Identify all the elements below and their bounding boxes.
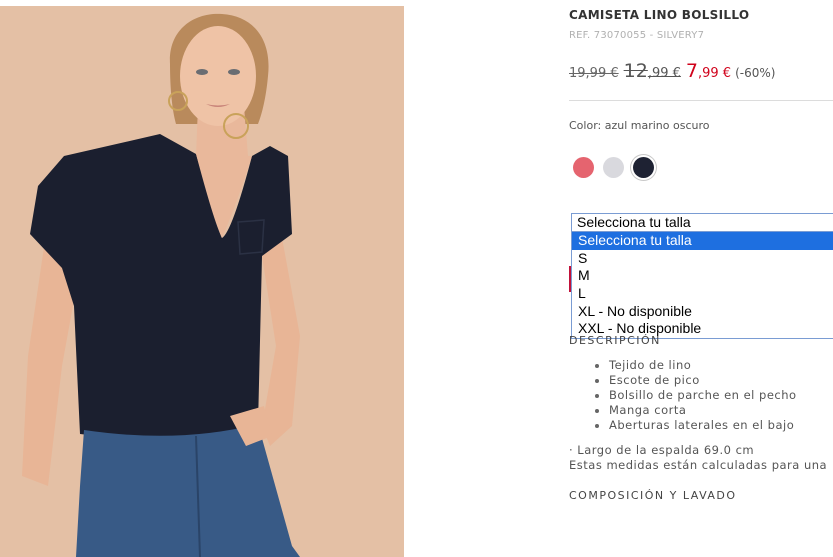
product-info: CAMISETA LINO BOLSILLO REF. 73070055 - S… bbox=[569, 0, 833, 557]
list-item: Escote de pico bbox=[595, 373, 797, 388]
list-item: Manga corta bbox=[595, 403, 797, 418]
list-item: Bolsillo de parche en el pecho bbox=[595, 388, 797, 402]
divider bbox=[569, 100, 833, 101]
previous-price: 12,99 € bbox=[624, 60, 681, 82]
description-heading[interactable]: DESCRIPCIÓN bbox=[569, 334, 661, 344]
original-price: 19,99 € bbox=[569, 66, 619, 81]
list-item: Aberturas laterales en el bajo bbox=[595, 418, 797, 433]
discount-badge: (-60%) bbox=[735, 66, 776, 80]
measure-note: Estas medidas están calculadas para una bbox=[569, 458, 828, 472]
sale-price-dec: ,99 € bbox=[697, 66, 732, 81]
swatch-coral[interactable] bbox=[573, 157, 594, 178]
size-option-l[interactable]: L bbox=[572, 285, 833, 303]
product-title: CAMISETA LINO BOLSILLO bbox=[569, 8, 750, 22]
color-label: Color: azul marino oscuro bbox=[569, 119, 710, 132]
size-option-placeholder[interactable]: Selecciona tu talla bbox=[572, 232, 833, 250]
color-swatches bbox=[573, 157, 654, 178]
swatch-navy[interactable] bbox=[633, 157, 654, 178]
swatch-light-grey[interactable] bbox=[603, 157, 624, 178]
sale-price-int: 7 bbox=[685, 60, 698, 82]
model-illustration bbox=[0, 6, 404, 557]
size-select[interactable]: Selecciona tu talla bbox=[571, 213, 833, 232]
list-item: Tejido de lino bbox=[595, 358, 797, 373]
size-option-s[interactable]: S bbox=[572, 250, 833, 268]
size-dropdown-list: Selecciona tu talla S M L XL - No dispon… bbox=[571, 232, 833, 340]
product-ref: REF. 73070055 - SILVERY7 bbox=[569, 30, 705, 41]
product-photo[interactable] bbox=[0, 6, 404, 557]
sale-price: 7,99 € bbox=[686, 60, 731, 82]
measure-line: · Largo de la espalda 69.0 cm bbox=[569, 443, 755, 457]
previous-price-int: 12 bbox=[623, 60, 648, 82]
composition-heading[interactable]: COMPOSICIÓN Y LAVADO bbox=[569, 489, 737, 502]
description-list: Tejido de lino Escote de pico Bolsillo d… bbox=[595, 358, 797, 433]
size-option-m[interactable]: M bbox=[572, 267, 833, 285]
previous-price-dec: ,99 € bbox=[647, 66, 681, 81]
price-row: 19,99 € 12,99 € 7,99 € (-60%) bbox=[569, 60, 775, 82]
size-option-xl[interactable]: XL - No disponible bbox=[572, 303, 833, 321]
